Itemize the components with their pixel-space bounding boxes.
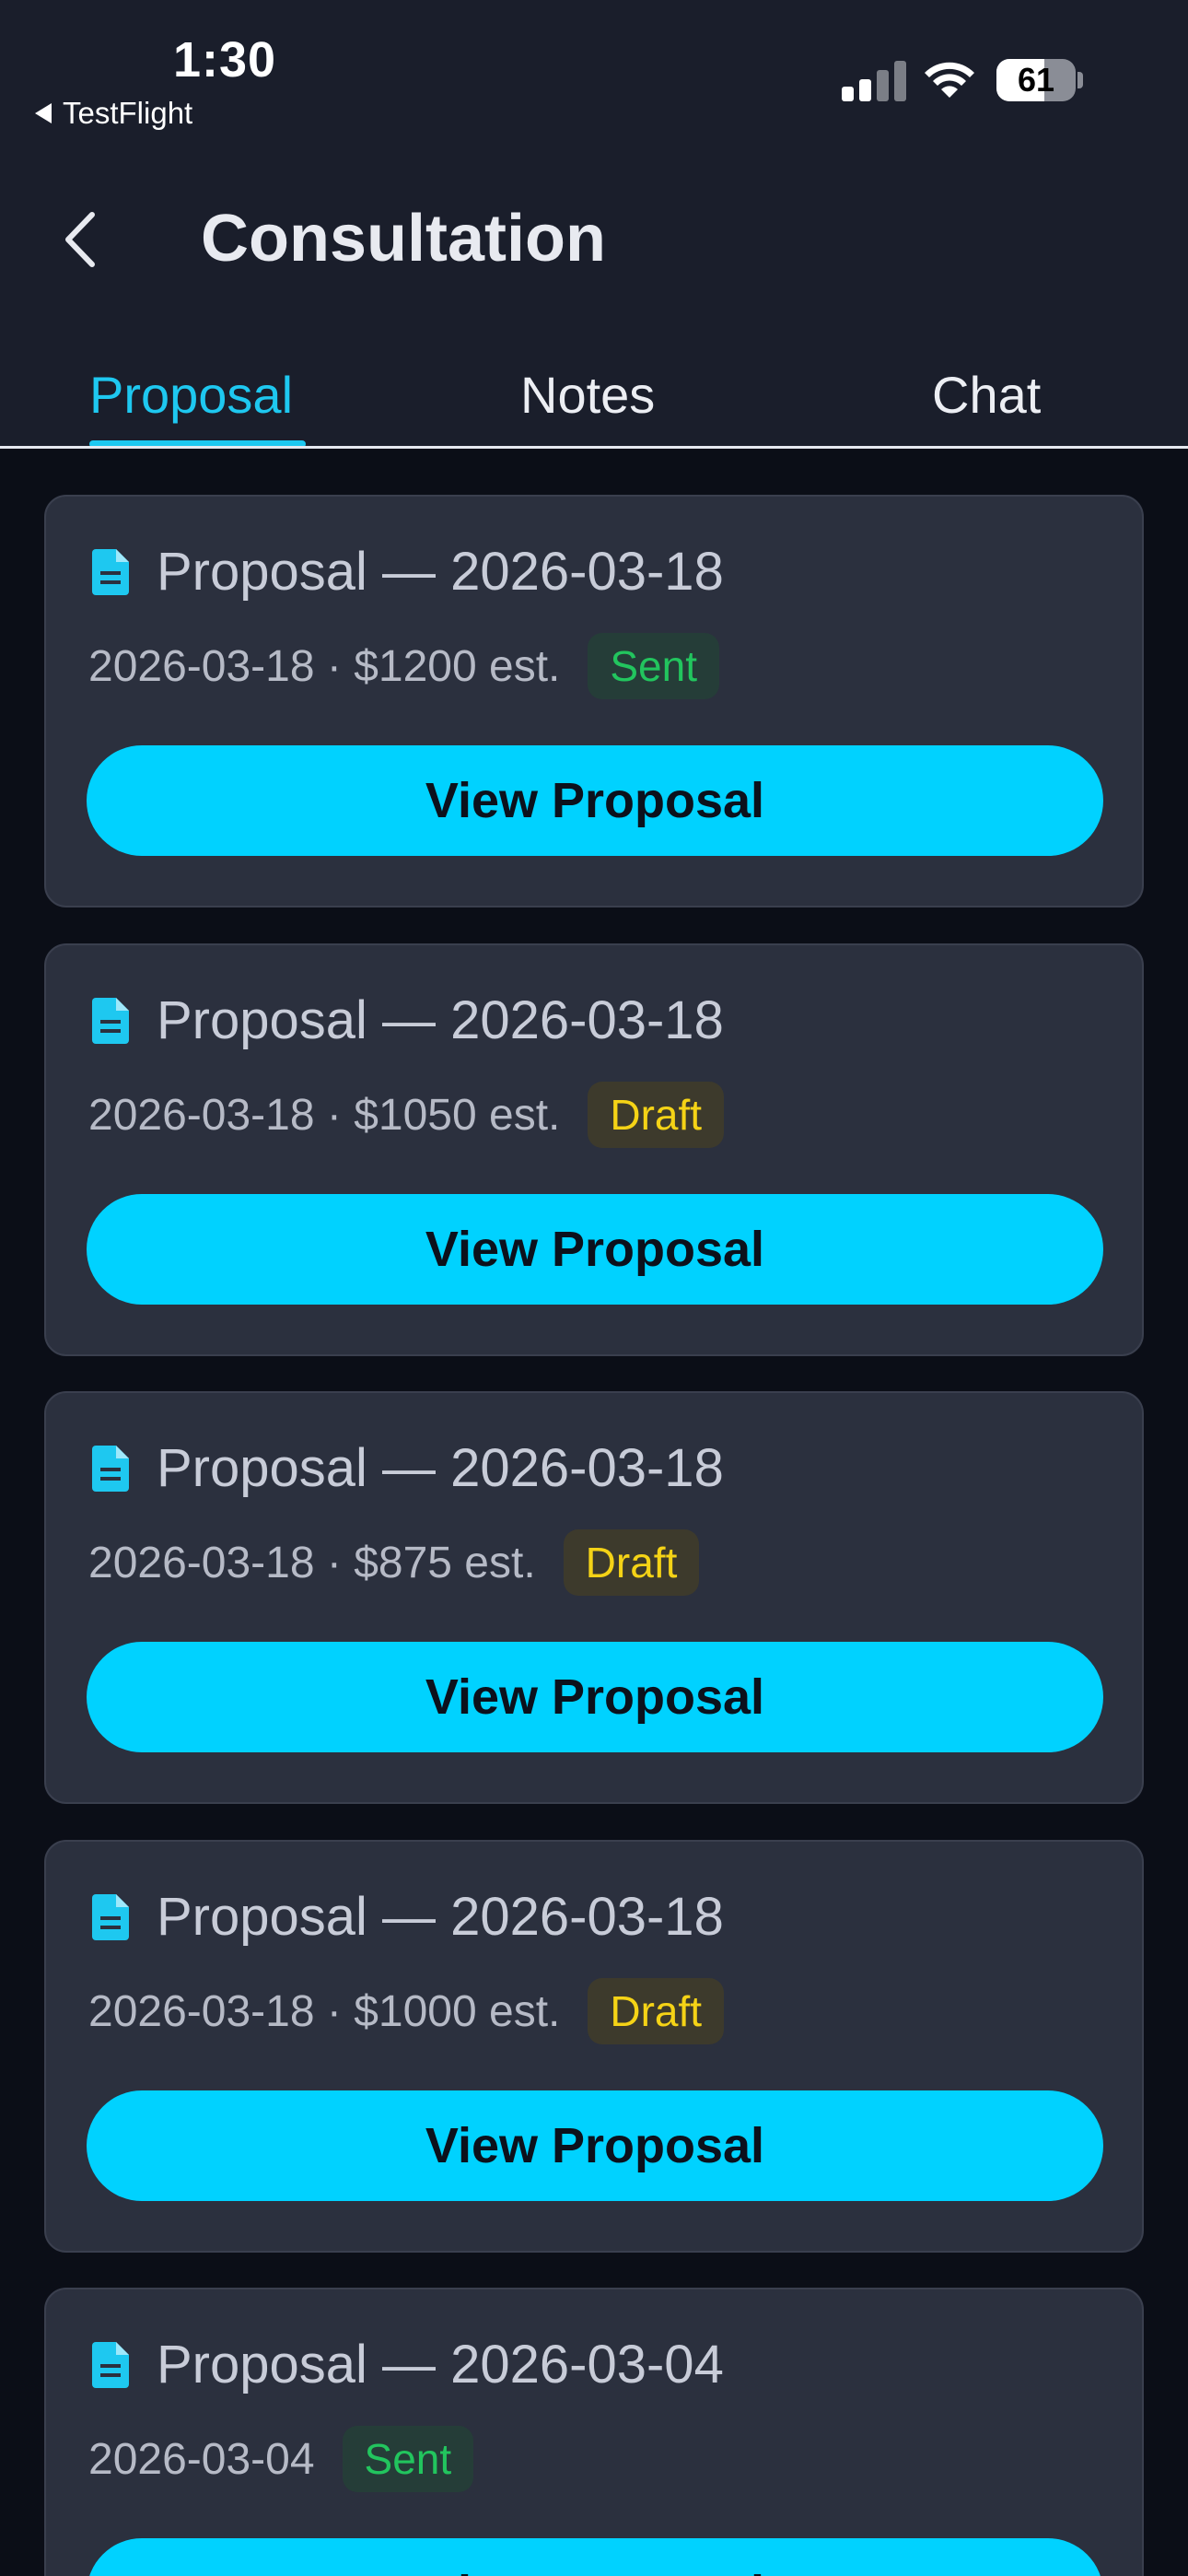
status-badge: Sent [342, 2426, 474, 2492]
proposal-title: Proposal — 2026-03-18 [157, 1438, 724, 1498]
battery-tip [1077, 72, 1083, 88]
back-app-label: TestFlight [63, 96, 193, 130]
status-badge: Draft [563, 1529, 700, 1596]
view-proposal-button[interactable]: View Proposal [87, 2538, 1103, 2576]
document-icon [92, 1445, 129, 1492]
proposal-card: Proposal — 2026-03-18 2026-03-18 · $875 … [44, 1391, 1144, 1804]
tab-notes[interactable]: Notes [520, 341, 655, 448]
status-time: 1:30 [173, 32, 277, 88]
battery-icon: 61 [996, 59, 1076, 101]
proposal-title: Proposal — 2026-03-04 [157, 2335, 724, 2395]
top-bar: 1:30 TestFlight 61 Consultation Proposal… [0, 0, 1188, 448]
view-proposal-button[interactable]: View Proposal [87, 2090, 1103, 2201]
proposal-card: Proposal — 2026-03-18 2026-03-18 · $1050… [44, 943, 1144, 1356]
status-badge: Draft [588, 1978, 725, 2044]
chevron-left-icon [65, 212, 95, 267]
proposal-title: Proposal — 2026-03-18 [157, 542, 724, 602]
tabs-divider [0, 446, 1188, 449]
wifi-icon [925, 62, 974, 98]
battery-level: 61 [1017, 61, 1055, 99]
proposal-meta: 2026-03-18 · $875 est. [88, 1538, 536, 1587]
status-badge: Sent [588, 633, 720, 699]
document-icon [92, 2341, 129, 2388]
proposal-card: Proposal — 2026-03-18 2026-03-18 · $1000… [44, 1840, 1144, 2253]
proposal-title: Proposal — 2026-03-18 [157, 990, 724, 1050]
proposal-meta: 2026-03-04 [88, 2434, 315, 2484]
cellular-signal-icon [842, 61, 906, 101]
status-badge: Draft [588, 1082, 725, 1148]
tab-bar: Proposal Notes Chat [0, 341, 1188, 448]
proposal-card: Proposal — 2026-03-18 2026-03-18 · $1200… [44, 495, 1144, 907]
proposal-meta: 2026-03-18 · $1000 est. [88, 1986, 561, 2036]
view-proposal-button[interactable]: View Proposal [87, 745, 1103, 856]
back-button[interactable] [52, 203, 107, 276]
proposal-meta: 2026-03-18 · $1050 est. [88, 1090, 561, 1140]
document-icon [92, 1893, 129, 1940]
view-proposal-button[interactable]: View Proposal [87, 1642, 1103, 1752]
page-title: Consultation [201, 202, 606, 275]
tab-proposal[interactable]: Proposal [89, 341, 293, 448]
view-proposal-button[interactable]: View Proposal [87, 1194, 1103, 1305]
document-icon [92, 548, 129, 595]
back-to-app-link[interactable]: TestFlight [35, 96, 192, 131]
back-triangle-icon [35, 103, 52, 123]
proposal-meta: 2026-03-18 · $1200 est. [88, 641, 561, 691]
document-icon [92, 997, 129, 1044]
proposal-card: Proposal — 2026-03-04 2026-03-04 Sent Vi… [44, 2288, 1144, 2576]
tab-chat[interactable]: Chat [932, 341, 1041, 448]
proposal-title: Proposal — 2026-03-18 [157, 1887, 724, 1947]
